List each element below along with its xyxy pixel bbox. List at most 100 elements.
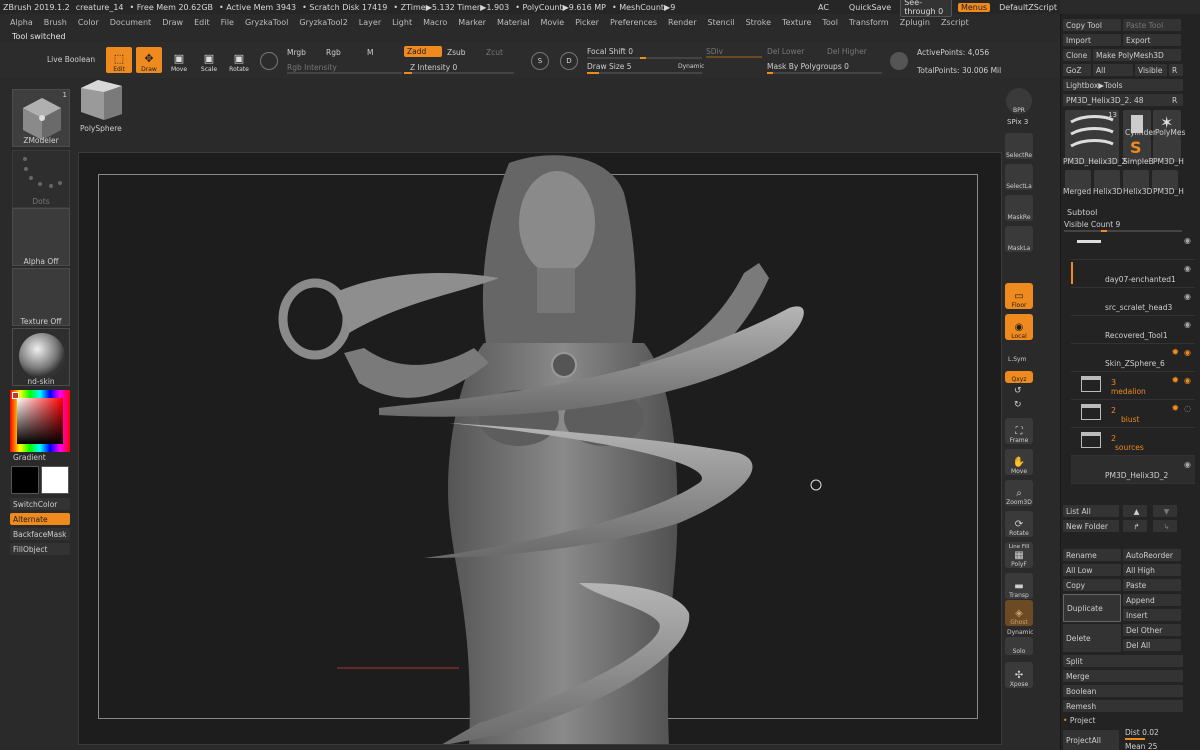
remesh-menu[interactable]: Remesh xyxy=(1063,700,1183,712)
lsym-button[interactable]: L.Sym xyxy=(1008,356,1026,363)
import-button[interactable]: Import xyxy=(1063,34,1121,46)
menu-light[interactable]: Light xyxy=(392,18,412,27)
eye-icon[interactable]: ◉ xyxy=(1184,376,1191,385)
lightbox-tools-button[interactable]: Lightbox▶Tools xyxy=(1063,79,1183,91)
subtool-folder-sources[interactable]: 2 sources xyxy=(1071,428,1195,456)
rotate-z-icon[interactable]: ↻ xyxy=(1014,400,1022,410)
subtool-row-selected[interactable]: PM3D_Helix3D_2 ◉ xyxy=(1071,456,1195,484)
menu-alpha[interactable]: Alpha xyxy=(10,18,33,27)
backfacemask-button[interactable]: BackfaceMask xyxy=(10,528,70,540)
zoom3d-button[interactable]: ⌕ Zoom3D xyxy=(1005,480,1033,506)
see-through-slider[interactable]: See-through 0 xyxy=(900,0,952,17)
all-low-button[interactable]: All Low xyxy=(1063,564,1121,576)
menu-macro[interactable]: Macro xyxy=(423,18,447,27)
subtool-row-2[interactable]: src_scralet_head3 ◉ xyxy=(1071,288,1195,316)
yin-yang-icon[interactable] xyxy=(890,52,908,70)
subtool-row-3[interactable]: Recovered_Tool1 ◉ xyxy=(1071,316,1195,344)
eye-icon[interactable]: ◉ xyxy=(1184,236,1191,245)
select-lasso-button[interactable]: SelectLa xyxy=(1005,164,1033,190)
copy-tool-button[interactable]: Copy Tool xyxy=(1063,19,1121,31)
menu-texture[interactable]: Texture xyxy=(782,18,811,27)
paste-tool-button[interactable]: Paste Tool xyxy=(1123,19,1181,31)
move-button[interactable]: ▣ Move xyxy=(166,47,192,74)
gear-icon[interactable]: ✹ xyxy=(1171,348,1179,358)
menu-gryzkatool2[interactable]: GryzkaTool2 xyxy=(299,18,347,27)
menu-file[interactable]: File xyxy=(221,18,234,27)
menu-color[interactable]: Color xyxy=(78,18,99,27)
project-all-button[interactable]: ProjectAll xyxy=(1063,730,1119,750)
menu-movie[interactable]: Movie xyxy=(540,18,564,27)
m-button[interactable]: M xyxy=(367,47,373,58)
mask-lasso-button[interactable]: MaskLa xyxy=(1005,226,1033,252)
autoreorder-button[interactable]: AutoReorder xyxy=(1123,549,1181,561)
edit-button[interactable]: ⬚ Edit xyxy=(106,47,132,73)
document-canvas[interactable] xyxy=(78,152,1002,745)
mean-slider[interactable]: Mean 25 xyxy=(1125,742,1157,750)
menu-preferences[interactable]: Preferences xyxy=(610,18,657,27)
menu-document[interactable]: Document xyxy=(110,18,151,27)
eye-icon[interactable]: ◉ xyxy=(1184,292,1191,301)
rotate-y-icon[interactable]: ↺ xyxy=(1014,386,1022,396)
ghost-button[interactable]: ◈ Ghost xyxy=(1005,600,1033,626)
subtool-folder-medalion[interactable]: 3 medalion ✹ ◉ xyxy=(1071,372,1195,400)
gear-icon[interactable]: ✹ xyxy=(1171,404,1179,414)
goz-r-button[interactable]: R xyxy=(1169,64,1183,76)
delete-button[interactable]: Delete xyxy=(1063,624,1121,652)
quicksave-button[interactable]: QuickSave xyxy=(846,3,894,12)
menu-zplugin[interactable]: Zplugin xyxy=(900,18,930,27)
polysphere-thumb[interactable] xyxy=(78,80,124,120)
project-menu[interactable]: • Project xyxy=(1063,716,1095,725)
clone-button[interactable]: Clone xyxy=(1063,49,1091,61)
zcut-button[interactable]: Zcut xyxy=(486,47,503,58)
fillobject-button[interactable]: FillObject xyxy=(10,543,70,555)
color-picker[interactable] xyxy=(10,390,70,452)
bpr-button[interactable]: BPR xyxy=(1006,88,1032,114)
goz-button[interactable]: GoZ xyxy=(1063,64,1091,76)
rename-button[interactable]: Rename xyxy=(1063,549,1121,561)
default-zscript-button[interactable]: DefaultZScript xyxy=(996,3,1060,12)
duplicate-button[interactable]: Duplicate xyxy=(1063,594,1121,622)
mask-by-polygroups-slider[interactable]: Mask By Polygroups 0 xyxy=(767,61,849,72)
dist-slider[interactable]: Dist 0.02 xyxy=(1125,728,1159,737)
del-higher-button[interactable]: Del Higher xyxy=(827,46,867,57)
goz-visible-button[interactable]: Visible xyxy=(1135,64,1167,76)
all-high-button[interactable]: All High xyxy=(1123,564,1181,576)
draw-size-slider[interactable]: Draw Size 5 xyxy=(587,61,632,72)
menu-brush[interactable]: Brush xyxy=(44,18,67,27)
current-tool-r-button[interactable]: R xyxy=(1169,94,1183,106)
menu-transform[interactable]: Transform xyxy=(849,18,889,27)
eye-icon[interactable]: ◉ xyxy=(1184,264,1191,273)
move-out-folder-icon[interactable]: ↳ xyxy=(1153,520,1177,532)
boolean-menu[interactable]: Boolean xyxy=(1063,685,1183,697)
xpose-button[interactable]: ✣ Xpose xyxy=(1005,662,1033,688)
scale-button[interactable]: ▣ Scale xyxy=(196,47,222,74)
menu-draw[interactable]: Draw xyxy=(162,18,183,27)
zsub-button[interactable]: Zsub xyxy=(447,47,466,58)
del-lower-button[interactable]: Del Lower xyxy=(767,46,804,57)
rotate-view-button[interactable]: ⟳ Rotate xyxy=(1005,511,1033,537)
stroke-d-icon[interactable]: D xyxy=(560,52,578,70)
local-button[interactable]: ◉ Local xyxy=(1005,314,1033,340)
append-button[interactable]: Append xyxy=(1123,594,1181,606)
menu-zscript[interactable]: Zscript xyxy=(941,18,969,27)
select-rect-button[interactable]: SelectRe xyxy=(1005,133,1033,159)
stroke-s-icon[interactable]: S xyxy=(531,52,549,70)
draw-button[interactable]: ✥ Draw xyxy=(136,47,162,73)
del-all-button[interactable]: Del All xyxy=(1123,639,1181,651)
goz-all-button[interactable]: All xyxy=(1093,64,1133,76)
secondary-color-swatch[interactable] xyxy=(41,466,69,494)
menu-picker[interactable]: Picker xyxy=(575,18,599,27)
menu-layer[interactable]: Layer xyxy=(359,18,381,27)
subtool-row-4[interactable]: Skin_ZSphere_6 ✹ ◉ xyxy=(1071,344,1195,372)
mask-rect-button[interactable]: MaskRe xyxy=(1005,195,1033,221)
move-up-icon[interactable]: ▲ xyxy=(1123,505,1147,517)
transp-button[interactable]: ▬ Transp xyxy=(1005,573,1033,599)
dynamic-button[interactable]: Dynamic xyxy=(678,61,704,72)
focal-shift-slider[interactable]: Focal Shift 0 xyxy=(587,46,633,57)
solo-button[interactable]: Solo xyxy=(1005,637,1033,655)
tool-thumb-helix-main[interactable]: 13 xyxy=(1065,110,1119,164)
current-tool-slider[interactable]: PM3D_Helix3D_2. 48 xyxy=(1063,94,1169,106)
menu-render[interactable]: Render xyxy=(668,18,696,27)
floor-button[interactable]: ▭ Floor xyxy=(1005,283,1033,309)
frame-button[interactable]: ⛶ Frame xyxy=(1005,418,1033,444)
